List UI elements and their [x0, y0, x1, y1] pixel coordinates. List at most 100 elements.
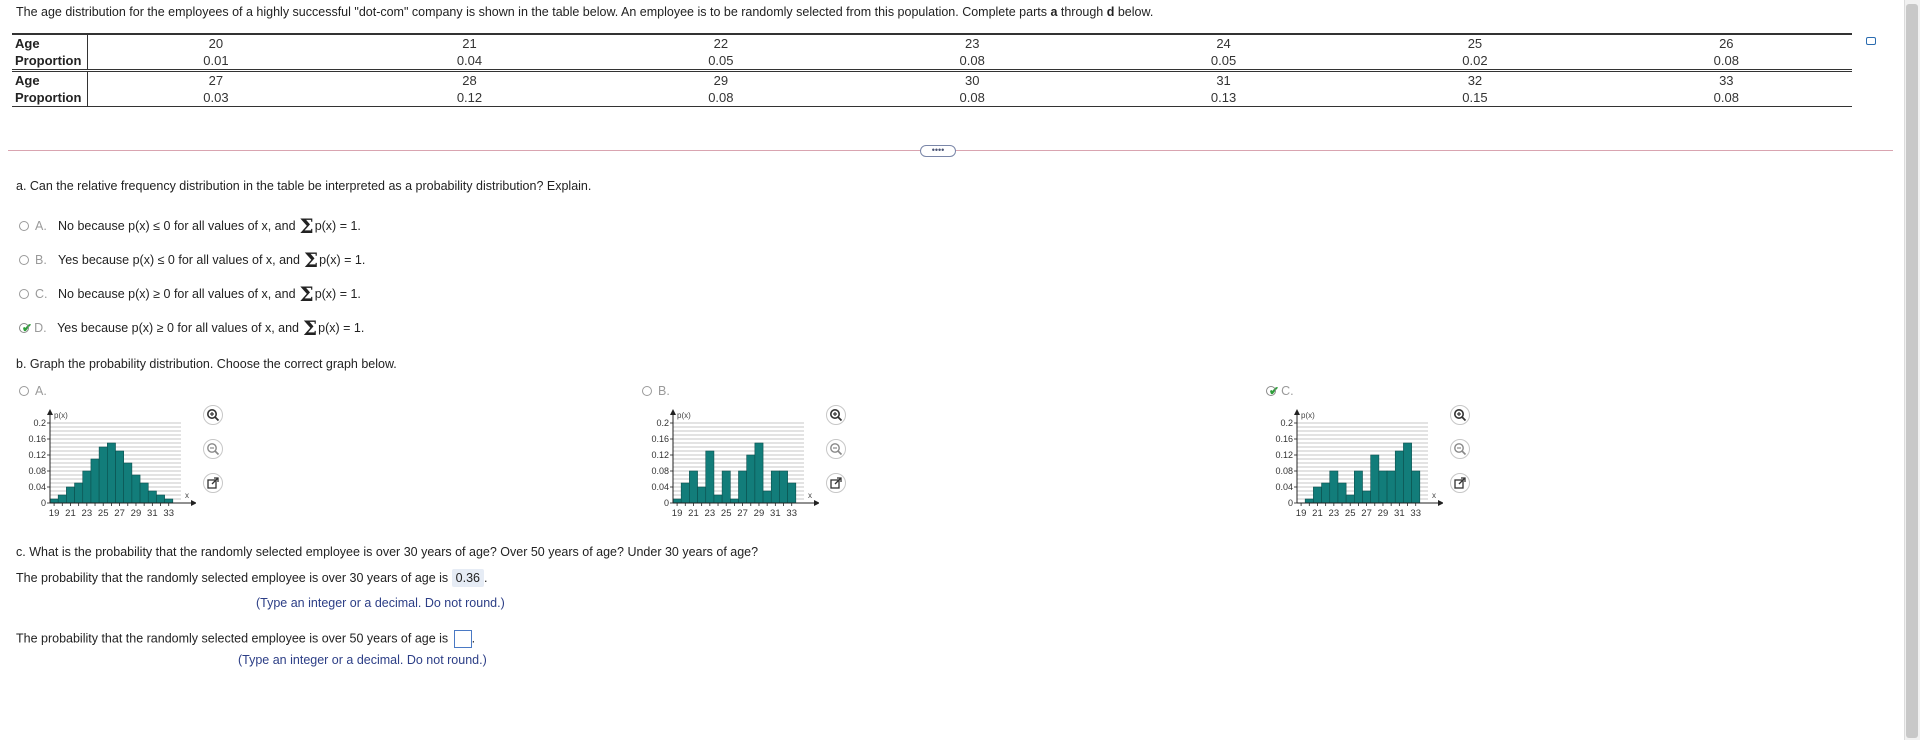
bar: [1386, 470, 1396, 504]
age-cell: 22: [595, 33, 847, 52]
option-text: No because p(x) ≤ 0 for all values of x,…: [58, 219, 296, 233]
radio-button[interactable]: [19, 289, 29, 299]
part-b-option-c[interactable]: ✔ C.: [1266, 384, 1294, 398]
intro-text: The age distribution for the employees o…: [16, 5, 1051, 19]
proportion-cell: 0.01: [87, 52, 344, 72]
part-b-option-a[interactable]: A.: [19, 384, 47, 398]
bar: [713, 494, 723, 504]
bar: [1345, 494, 1355, 504]
over50-statement: The probability that the randomly select…: [16, 630, 475, 648]
y-axis-label: p(x): [54, 411, 68, 420]
age-header-2: Age: [12, 70, 88, 89]
proportion-cell: 0.15: [1349, 89, 1601, 107]
part-b-option-b[interactable]: B.: [642, 384, 670, 398]
sigma-symbol: Σ: [299, 281, 314, 306]
bar: [672, 498, 682, 504]
y-tick-label: 0.2: [1280, 418, 1293, 428]
bar: [164, 498, 174, 504]
part-c-question: c. What is the probability that the rand…: [16, 545, 759, 559]
age-cell: 32: [1467, 72, 1483, 88]
x-tick-label: 21: [1312, 508, 1323, 519]
zoom-out-icon[interactable]: [1450, 439, 1470, 459]
bar: [746, 454, 756, 504]
bar: [74, 482, 84, 504]
radio-button[interactable]: [19, 221, 29, 231]
table-row-ages-1: Age 20 21 22 23 24 25 26: [12, 33, 1852, 52]
radio-button-selected[interactable]: [19, 323, 29, 333]
age-cell: 25: [1349, 33, 1601, 52]
y-tick-label: 0.04: [28, 482, 46, 492]
x-tick-label: 33: [1410, 508, 1421, 519]
sigma-symbol: Σ: [303, 247, 319, 272]
x-tick-label: 31: [1394, 508, 1405, 519]
zoom-out-icon[interactable]: [203, 439, 223, 459]
part-a-option-c[interactable]: C. No because p(x) ≥ 0 for all values of…: [19, 281, 361, 306]
popout-icon[interactable]: [1450, 473, 1470, 493]
bar: [779, 470, 788, 504]
age-cell: 30: [964, 72, 980, 88]
zoom-in-icon[interactable]: [826, 405, 846, 425]
y-tick-label: 0.16: [1275, 434, 1293, 444]
bar: [1411, 470, 1421, 504]
bar: [1362, 490, 1371, 504]
popout-icon[interactable]: [826, 473, 846, 493]
part-a-option-d[interactable]: ✔ D. Yes because p(x) ≥ 0 for all values…: [19, 318, 364, 338]
scrollbar-thumb[interactable]: [1906, 4, 1918, 738]
bar: [730, 498, 739, 504]
age-distribution-table: Age 20 21 22 23 24 25 26 Proportion 0.01…: [12, 33, 1852, 107]
x-tick-label: 23: [82, 508, 93, 519]
bar: [680, 482, 690, 504]
radio-button[interactable]: [642, 386, 652, 396]
option-letter: C.: [35, 287, 48, 301]
table-popout-icon[interactable]: [1866, 37, 1876, 45]
over30-hint: (Type an integer or a decimal. Do not ro…: [256, 596, 505, 610]
x-tick-label: 27: [737, 508, 748, 519]
age-cell: 29: [713, 72, 729, 88]
bar: [1337, 482, 1347, 504]
x-tick-label: 25: [721, 508, 732, 519]
x-tick-label: 21: [65, 508, 76, 519]
x-tick-label: 19: [1296, 508, 1307, 519]
bar: [721, 470, 731, 504]
radio-button[interactable]: [19, 386, 29, 396]
option-letter: B.: [658, 384, 670, 398]
bar: [98, 446, 108, 504]
bar: [1321, 482, 1331, 504]
over50-suffix: .: [471, 631, 476, 646]
y-axis-label: p(x): [1301, 411, 1315, 420]
radio-button[interactable]: [19, 255, 29, 265]
y-tick-label: 0.16: [28, 434, 46, 444]
table-row-ages-2: Age 27 28 29 30 31 32 33: [12, 70, 1852, 89]
popout-icon[interactable]: [203, 473, 223, 493]
zoom-in-icon[interactable]: [1450, 405, 1470, 425]
expand-more-button[interactable]: ••••: [920, 145, 956, 157]
over50-hint: (Type an integer or a decimal. Do not ro…: [238, 653, 487, 667]
y-tick-label: 0.08: [651, 466, 669, 476]
part-a-option-a[interactable]: A. No because p(x) ≤ 0 for all values of…: [19, 216, 361, 236]
bar: [770, 470, 780, 504]
zoom-out-icon[interactable]: [826, 439, 846, 459]
x-tick-label: 27: [1361, 508, 1372, 519]
option-letter: C.: [1281, 384, 1294, 398]
over30-answer[interactable]: 0.36: [451, 569, 484, 587]
bar: [1313, 486, 1322, 504]
y-tick-label: 0: [664, 498, 669, 508]
x-axis-arrow: [1438, 500, 1443, 506]
x-tick-label: 25: [1345, 508, 1356, 519]
option-text-end: p(x) = 1.: [314, 219, 361, 233]
y-tick-label: 0: [41, 498, 46, 508]
age-cell: 24: [1097, 33, 1350, 52]
problem-intro: The age distribution for the employees o…: [16, 5, 1153, 19]
radio-button-selected[interactable]: [1266, 386, 1276, 396]
intro-after: below.: [1114, 5, 1154, 19]
intro-through: through: [1057, 5, 1107, 19]
x-tick-label: 19: [49, 508, 60, 519]
zoom-in-icon[interactable]: [203, 405, 223, 425]
part-a-option-b[interactable]: B. Yes because p(x) ≤ 0 for all values o…: [19, 247, 366, 272]
y-axis-label: p(x): [677, 411, 691, 420]
proportion-cell: 0.03: [87, 89, 344, 107]
option-text-end: p(x) = 1.: [319, 253, 366, 267]
y-tick-label: 0.12: [28, 450, 46, 460]
option-letter: A.: [35, 384, 47, 398]
over50-input[interactable]: [453, 630, 472, 648]
